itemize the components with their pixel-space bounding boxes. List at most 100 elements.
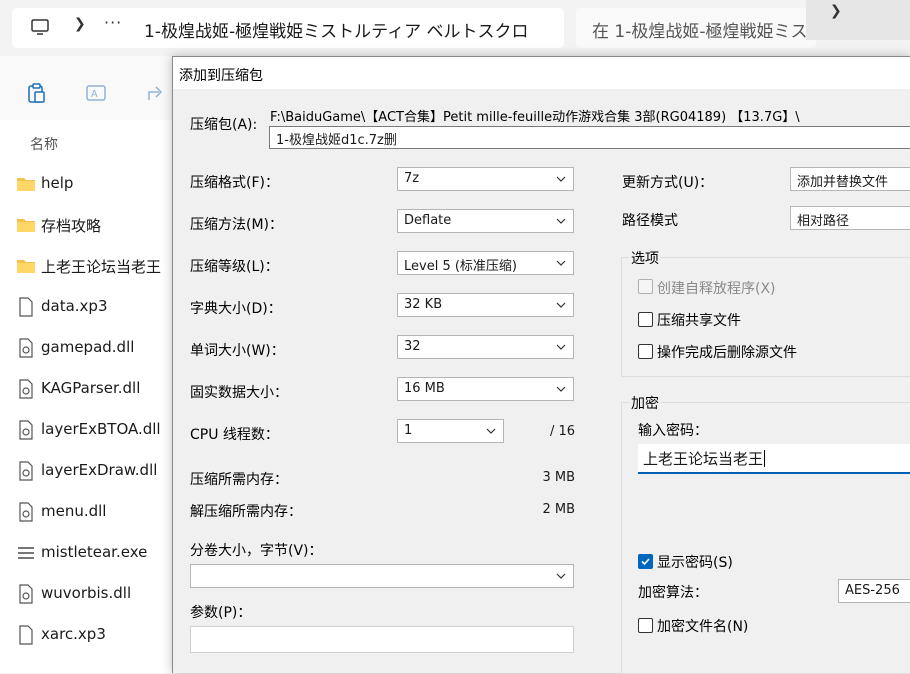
archive-name-input[interactable]: 1-极煌战姬d1c.7z删 [269,126,910,149]
paste-icon[interactable] [25,82,47,104]
dialog-title: 添加到压缩包 [179,68,263,84]
mem-comp-value: 3 MB [542,470,575,485]
window-region [806,0,910,40]
column-name-label: 名称 [30,137,58,153]
more-icon[interactable]: ··· [104,13,122,32]
chevron-down-icon [556,573,566,579]
chevron-right-icon[interactable]: ❯ [74,16,86,32]
update-select[interactable]: 添加并替换文件 [790,167,910,191]
list-item[interactable]: data.xp3 [0,287,172,327]
list-item[interactable]: help [0,164,172,204]
show-password-checkbox[interactable] [638,554,653,569]
method-select[interactable]: Deflate [397,209,574,233]
exe-file-icon [18,547,34,559]
cpu-select[interactable]: 1 [397,419,504,443]
params-label: 参数(P)： [190,605,252,621]
enc-method-label: 加密算法： [638,585,708,601]
format-value: 7z [404,171,420,186]
list-item[interactable]: layerExBTOA.dll [0,410,172,450]
file-icon [19,297,33,317]
password-input[interactable]: 上老王论坛当老王 [638,444,910,474]
word-select[interactable]: 32 [397,335,574,359]
chevron-down-icon [556,386,566,392]
delete-after-checkbox[interactable] [638,344,653,359]
search-input[interactable]: 在 1-极煌战姬-極煌戦姫ミス [576,8,816,48]
checkmark-icon [641,558,650,566]
level-select[interactable]: Level 5 (标准压缩) [397,251,574,275]
column-header[interactable]: 名称 [0,120,172,164]
list-item[interactable]: xarc.xp3 [0,615,172,655]
folder-icon [17,260,35,273]
chevron-down-icon [556,302,566,308]
dll-file-icon [19,584,33,604]
list-item[interactable]: layerExDraw.dll [0,451,172,491]
path-mode-select[interactable]: 相对路径 [790,206,910,230]
list-item[interactable]: menu.dll [0,492,172,532]
dll-file-icon [19,461,33,481]
computer-icon[interactable] [30,17,50,37]
split-select[interactable] [190,564,574,588]
list-item[interactable]: gamepad.dll [0,328,172,368]
list-item[interactable]: mistletear.exe [0,533,172,573]
dialog-titlebar[interactable]: 添加到压缩包 [173,57,910,89]
chevron-down-icon [486,428,496,434]
show-password-label: 显示密码(S) [657,555,733,571]
shared-files-label: 压缩共享文件 [657,313,741,329]
word-label: 单词大小(W)： [190,343,285,359]
file-name: menu.dll [41,502,107,520]
method-label: 压缩方法(M)： [190,217,284,233]
enc-method-select[interactable]: AES-256 [838,579,910,603]
chevron-right-icon[interactable]: ❯ [830,3,842,19]
solid-label: 固实数据大小： [190,385,288,401]
password-label: 输入密码： [638,423,708,439]
params-input[interactable] [190,626,574,653]
file-name: 存档攻略 [41,217,102,235]
update-label: 更新方式(U)： [622,175,714,191]
path-mode-value: 相对路径 [797,214,850,229]
file-name: wuvorbis.dll [41,584,132,602]
format-select[interactable]: 7z [397,167,574,191]
chevron-down-icon [556,218,566,224]
shared-files-checkbox[interactable] [638,312,653,327]
options-title: 选项 [629,248,661,268]
file-name: gamepad.dll [41,338,135,356]
rename-icon[interactable]: A [85,82,107,104]
path-mode-label: 路径模式 [622,213,678,229]
file-name: xarc.xp3 [41,625,106,643]
file-name: data.xp3 [41,297,108,315]
dll-file-icon [19,420,33,440]
method-value: Deflate [404,213,452,228]
mem-decomp-value: 2 MB [542,502,575,517]
list-item[interactable]: KAGParser.dll [0,369,172,409]
file-icon [19,625,33,645]
dict-value: 32 KB [404,297,443,312]
list-item[interactable]: 存档攻略 [0,205,172,245]
dict-select[interactable]: 32 KB [397,293,574,317]
delete-after-label: 操作完成后删除源文件 [657,345,797,361]
svg-text:A: A [91,89,98,100]
file-name: 上老王论坛当老王 [41,258,162,276]
sfx-checkbox[interactable] [638,279,653,294]
file-name: layerExBTOA.dll [41,420,161,438]
share-icon[interactable] [145,82,167,104]
file-list: help 存档攻略 上老王论坛当老王 data.xp3 gamepad.dll … [0,164,172,673]
enc-method-value: AES-256 [845,583,900,598]
search-placeholder: 在 1-极煌战姬-極煌戦姫ミス [592,22,808,42]
file-name: KAGParser.dll [41,379,141,397]
file-name: mistletear.exe [41,543,148,561]
folder-icon [17,219,35,232]
level-label: 压缩等级(L)： [190,259,279,275]
address-bar[interactable]: ❯ ··· 1-极煌战姬-極煌戦姫ミストルティア ベルトスクロ [12,8,564,48]
archive-label: 压缩包(A): [190,117,258,133]
breadcrumb[interactable]: 1-极煌战姬-極煌戦姫ミストルティア ベルトスクロ [144,17,554,42]
solid-value: 16 MB [404,381,445,396]
mem-comp-label: 压缩所需内存： [190,472,288,488]
encrypt-names-checkbox[interactable] [638,618,653,633]
solid-select[interactable]: 16 MB [397,377,574,401]
dll-file-icon [19,502,33,522]
list-item[interactable]: wuvorbis.dll [0,574,172,614]
add-to-archive-dialog: 添加到压缩包 压缩包(A): F:\BaiduGame\【ACT合集】Petit… [172,56,910,674]
list-item[interactable]: 上老王论坛当老王 [0,246,172,286]
file-name: help [41,174,74,192]
dll-file-icon [19,338,33,358]
